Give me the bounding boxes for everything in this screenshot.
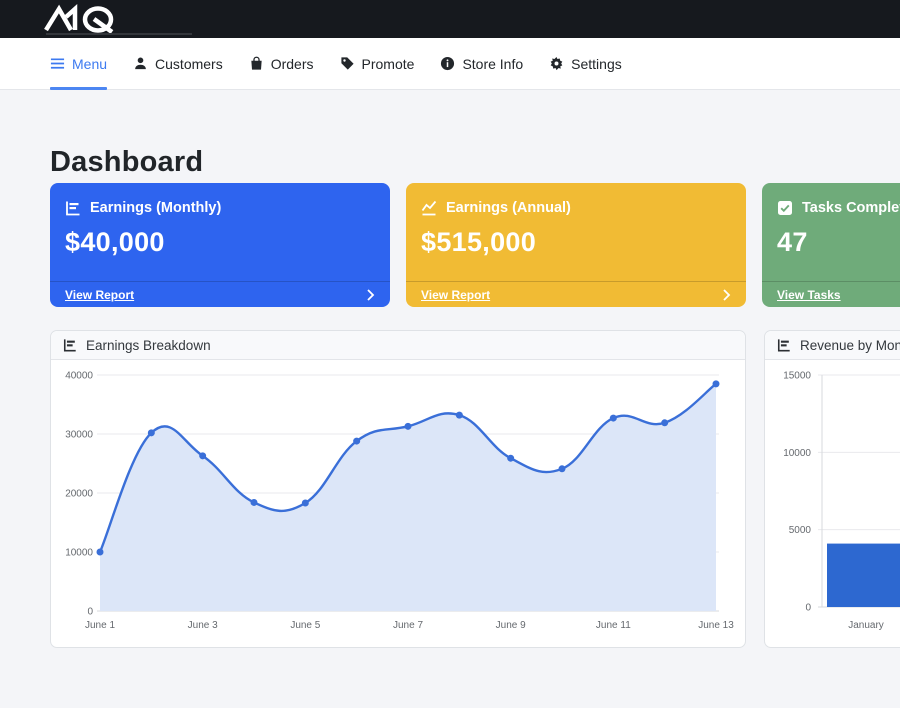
- revenue-by-month-chart: 0 5000 10000 15000 January: [765, 360, 900, 648]
- svg-text:40000: 40000: [65, 371, 93, 382]
- svg-text:June 7: June 7: [393, 620, 423, 631]
- stat-card-title: Tasks Completed: [802, 200, 900, 216]
- stat-card-footer: View Report: [50, 281, 390, 307]
- shopping-bag-icon: [249, 56, 264, 71]
- top-app-bar: [0, 0, 900, 38]
- person-icon: [133, 56, 148, 71]
- stat-card-footer: View Report: [406, 281, 746, 307]
- info-circle-icon: [440, 56, 455, 71]
- nav-item-customers[interactable]: Customers: [133, 38, 223, 89]
- nav-label: Customers: [155, 56, 223, 72]
- nav-item-menu[interactable]: Menu: [50, 38, 107, 89]
- check-square-icon: [777, 200, 793, 216]
- page-title: Dashboard: [50, 146, 203, 179]
- svg-text:0: 0: [805, 603, 811, 614]
- stat-cards-row: Earnings (Monthly) $40,000 View Report E…: [50, 183, 900, 307]
- tag-icon: [340, 56, 355, 71]
- revenue-by-month-card: Revenue by Month 0 5000 10000 15000 January: [764, 330, 900, 648]
- hamburger-icon: [50, 56, 65, 71]
- view-report-link[interactable]: View Report: [65, 288, 134, 302]
- stat-card-title: Earnings (Annual): [446, 200, 571, 216]
- nav-item-orders[interactable]: Orders: [249, 38, 314, 89]
- stat-card-header: Earnings (Monthly): [50, 183, 390, 216]
- view-tasks-link[interactable]: View Tasks: [777, 288, 841, 302]
- svg-text:June 3: June 3: [188, 620, 218, 631]
- chart-title: Revenue by Month: [800, 338, 900, 353]
- svg-text:June 13: June 13: [698, 620, 734, 631]
- svg-text:30000: 30000: [65, 430, 93, 441]
- nav-item-promote[interactable]: Promote: [340, 38, 415, 89]
- svg-text:10000: 10000: [65, 548, 93, 559]
- dashboard-screen: Menu Customers Orders Promote: [0, 0, 900, 708]
- chevron-right-icon[interactable]: [722, 289, 731, 301]
- line-chart-icon: [421, 200, 437, 216]
- stat-card-earnings-monthly: Earnings (Monthly) $40,000 View Report: [50, 183, 390, 307]
- svg-text:20000: 20000: [65, 489, 93, 500]
- stat-card-header: Earnings (Annual): [406, 183, 746, 216]
- stat-card-tasks-completed: Tasks Completed 47 View Tasks: [762, 183, 900, 307]
- active-tab-underline: [50, 87, 107, 90]
- svg-text:June 9: June 9: [496, 620, 526, 631]
- nav-label: Store Info: [462, 56, 523, 72]
- chart-card-header: Revenue by Month: [765, 331, 900, 360]
- svg-text:June 11: June 11: [596, 620, 631, 631]
- stat-card-earnings-annual: Earnings (Annual) $515,000 View Report: [406, 183, 746, 307]
- nav-label: Settings: [571, 56, 622, 72]
- view-report-link[interactable]: View Report: [421, 288, 490, 302]
- stat-card-header: Tasks Completed: [762, 183, 900, 216]
- bar-chart-icon: [777, 338, 791, 352]
- bar-chart-icon: [63, 338, 77, 352]
- stat-card-value: $515,000: [406, 216, 746, 258]
- gear-icon: [549, 56, 564, 71]
- aq-logo-icon: [42, 4, 138, 34]
- svg-text:5000: 5000: [789, 525, 812, 536]
- chevron-right-icon[interactable]: [366, 289, 375, 301]
- stat-card-value: 47: [762, 216, 900, 258]
- svg-text:June 1: June 1: [85, 620, 115, 631]
- svg-text:15000: 15000: [783, 371, 811, 382]
- chart-card-header: Earnings Breakdown: [51, 331, 745, 360]
- svg-text:0: 0: [87, 607, 93, 618]
- chart-title: Earnings Breakdown: [86, 338, 211, 353]
- svg-text:January: January: [848, 620, 884, 631]
- stat-card-value: $40,000: [50, 216, 390, 258]
- stat-card-title: Earnings (Monthly): [90, 200, 221, 216]
- nav-item-settings[interactable]: Settings: [549, 38, 622, 89]
- earnings-breakdown-chart: 0 10000 20000 30000 40000 June 1 June 3 June 5 J…: [51, 360, 745, 648]
- nav-item-store-info[interactable]: Store Info: [440, 38, 523, 89]
- svg-text:10000: 10000: [783, 448, 811, 459]
- nav-label: Promote: [362, 56, 415, 72]
- stat-card-footer: View Tasks: [762, 281, 900, 307]
- logo-underline: [46, 33, 192, 35]
- earnings-breakdown-card: Earnings Breakdown 0 10000 20000 30000 40000…: [50, 330, 746, 648]
- main-navbar: Menu Customers Orders Promote: [0, 38, 900, 90]
- svg-text:June 5: June 5: [290, 620, 320, 631]
- nav-label: Menu: [72, 56, 107, 72]
- bar-chart-icon: [65, 200, 81, 216]
- nav-label: Orders: [271, 56, 314, 72]
